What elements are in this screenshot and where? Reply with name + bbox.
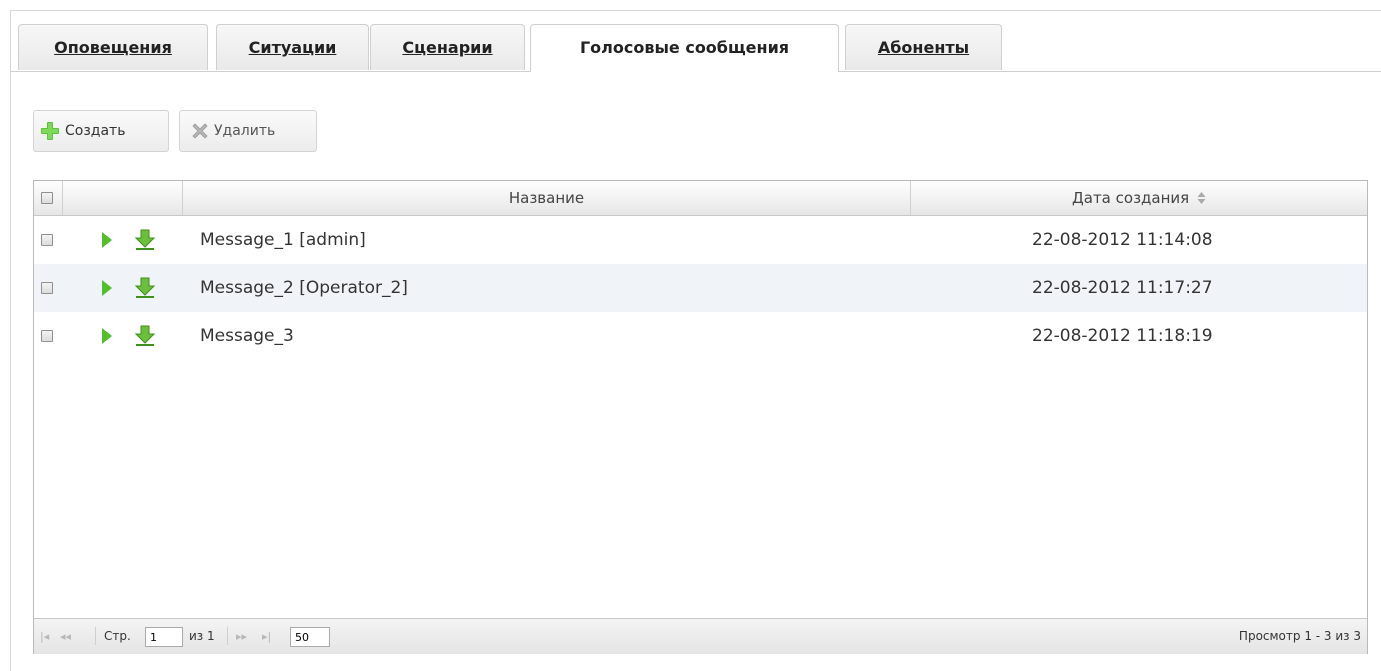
row-checkbox[interactable] — [41, 330, 53, 342]
frame-left-border — [10, 10, 11, 671]
tab-label: Сценарии — [402, 38, 493, 57]
page-count-label: из 1 — [189, 629, 215, 643]
table-row[interactable]: Message_2 [Operator_2] 22-08-2012 11:17:… — [34, 264, 1367, 312]
message-date: 22-08-2012 11:14:08 — [1032, 230, 1213, 250]
message-date: 22-08-2012 11:18:19 — [1032, 326, 1213, 346]
header-divider — [62, 181, 63, 215]
page-label: Стр. — [104, 629, 131, 643]
pager-divider — [95, 627, 96, 645]
plus-icon — [41, 122, 59, 140]
column-header-date[interactable]: Дата создания — [911, 181, 1367, 215]
column-header-name[interactable]: Название — [183, 181, 910, 215]
page-number-input[interactable] — [145, 627, 183, 647]
tab-notifications[interactable]: Оповещения — [18, 24, 208, 70]
row-checkbox[interactable] — [41, 282, 53, 294]
tab-bar: Оповещения Ситуации Сценарии Голосовые с… — [11, 24, 1381, 72]
tab-label: Оповещения — [54, 38, 172, 57]
first-page-button[interactable]: |◂ — [40, 619, 49, 654]
download-icon[interactable] — [134, 277, 156, 299]
delete-button[interactable]: Удалить — [179, 110, 317, 152]
row-checkbox[interactable] — [41, 234, 53, 246]
last-page-button[interactable]: ▸| — [262, 619, 271, 654]
grid-header: Название Дата создания — [34, 181, 1367, 216]
delete-label: Удалить — [214, 123, 276, 139]
tab-voice-messages[interactable]: Голосовые сообщения — [530, 24, 839, 72]
column-name-label: Название — [508, 189, 585, 207]
messages-grid: Название Дата создания Message_1 [admin]… — [33, 180, 1368, 654]
download-icon[interactable] — [134, 229, 156, 251]
column-date-label: Дата создания — [1072, 189, 1190, 207]
tab-situations[interactable]: Ситуации — [216, 24, 369, 70]
tab-label: Голосовые сообщения — [579, 38, 790, 57]
prev-page-button[interactable]: ◂◂ — [60, 619, 71, 654]
download-icon[interactable] — [134, 325, 156, 347]
tab-scenarios[interactable]: Сценарии — [370, 24, 525, 70]
delete-x-icon — [192, 123, 208, 139]
play-icon[interactable] — [102, 280, 112, 296]
play-icon[interactable] — [102, 232, 112, 248]
tab-label: Абоненты — [877, 38, 970, 57]
tab-label: Ситуации — [248, 38, 337, 57]
message-name: Message_3 — [200, 326, 294, 346]
frame-top-border — [10, 10, 1381, 11]
next-page-button[interactable]: ▸▸ — [236, 619, 247, 654]
message-date: 22-08-2012 11:17:27 — [1032, 278, 1213, 298]
select-all-checkbox[interactable] — [41, 192, 53, 204]
create-button[interactable]: Создать — [33, 110, 169, 152]
pager-divider — [227, 627, 228, 645]
create-label: Создать — [65, 123, 126, 139]
tab-subscribers[interactable]: Абоненты — [845, 24, 1002, 70]
table-row[interactable]: Message_3 22-08-2012 11:18:19 — [34, 312, 1367, 360]
page-size-select[interactable] — [290, 627, 330, 647]
sort-arrows-icon — [1197, 192, 1206, 204]
table-row[interactable]: Message_1 [admin] 22-08-2012 11:14:08 — [34, 216, 1367, 264]
records-info: Просмотр 1 - 3 из 3 — [1238, 629, 1361, 643]
message-name: Message_1 [admin] — [200, 230, 366, 250]
play-icon[interactable] — [102, 328, 112, 344]
message-name: Message_2 [Operator_2] — [200, 278, 408, 298]
grid-pager: |◂ ◂◂ Стр. из 1 ▸▸ ▸| Просмотр 1 - 3 из … — [34, 618, 1367, 654]
